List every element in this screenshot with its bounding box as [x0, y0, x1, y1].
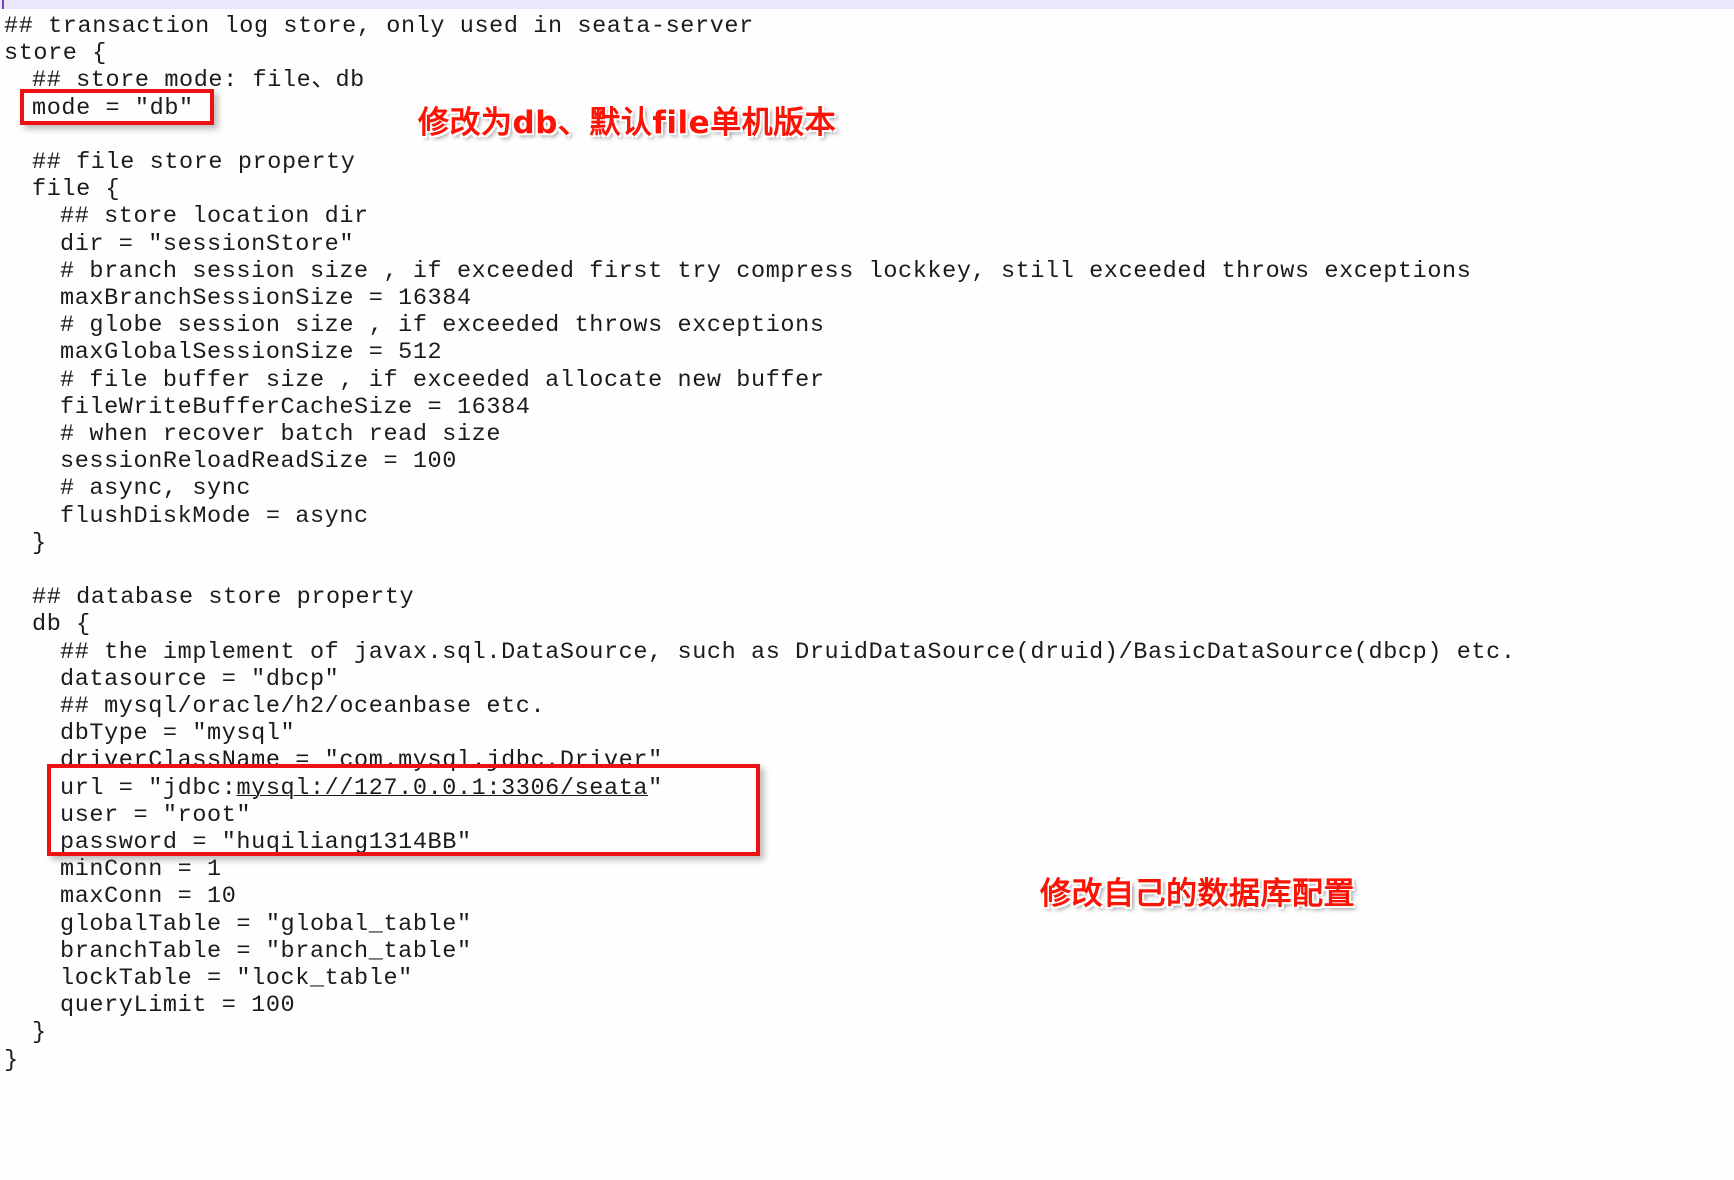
code-line[interactable]: user = "root": [60, 802, 251, 829]
code-line[interactable]: minConn = 1: [60, 856, 222, 883]
code-line[interactable]: # globe session size , if exceeded throw…: [60, 312, 825, 339]
code-line[interactable]: }: [4, 1047, 19, 1074]
code-line[interactable]: maxBranchSessionSize = 16384: [60, 285, 472, 312]
code-line[interactable]: ## store mode: file、db: [32, 67, 365, 94]
code-line[interactable]: password = "huqiliang1314BB": [60, 829, 472, 856]
code-line[interactable]: }: [32, 530, 47, 557]
code-line[interactable]: ## mysql/oracle/h2/oceanbase etc.: [60, 693, 545, 720]
code-line[interactable]: mode = "db": [32, 95, 194, 122]
editor-top-highlight-strip: [0, 0, 1734, 9]
code-line[interactable]: driverClassName = "com.mysql.jdbc.Driver…: [60, 747, 663, 774]
code-line[interactable]: maxGlobalSessionSize = 512: [60, 339, 442, 366]
code-line[interactable]: # async, sync: [60, 475, 251, 502]
annotation-label-mode: 修改为db、默认file单机版本: [418, 105, 837, 141]
code-line[interactable]: ## store location dir: [60, 203, 369, 230]
code-line[interactable]: db {: [32, 611, 91, 638]
code-line[interactable]: ## transaction log store, only used in s…: [4, 13, 754, 40]
code-line[interactable]: ## file store property: [32, 149, 355, 176]
code-line[interactable]: flushDiskMode = async: [60, 503, 369, 530]
annotation-label-db-config: 修改自己的数据库配置: [1040, 876, 1355, 912]
code-line[interactable]: url = "jdbc:mysql://127.0.0.1:3306/seata…: [60, 775, 663, 802]
jdbc-url-link[interactable]: mysql://127.0.0.1:3306/seata: [236, 775, 648, 802]
code-line[interactable]: ## database store property: [32, 584, 414, 611]
code-editor-surface[interactable]: ## transaction log store, only used in s…: [0, 9, 1734, 1180]
code-line[interactable]: branchTable = "branch_table": [60, 938, 472, 965]
code-line[interactable]: store {: [4, 40, 107, 67]
code-line[interactable]: queryLimit = 100: [60, 992, 295, 1019]
code-line[interactable]: sessionReloadReadSize = 100: [60, 448, 457, 475]
code-line[interactable]: # when recover batch read size: [60, 421, 501, 448]
code-line[interactable]: fileWriteBufferCacheSize = 16384: [60, 394, 530, 421]
code-line[interactable]: ## the implement of javax.sql.DataSource…: [60, 639, 1516, 666]
code-line[interactable]: dir = "sessionStore": [60, 231, 354, 258]
code-line[interactable]: }: [32, 1019, 47, 1046]
code-line[interactable]: # branch session size , if exceeded firs…: [60, 258, 1471, 285]
code-line[interactable]: dbType = "mysql": [60, 720, 295, 747]
code-line[interactable]: datasource = "dbcp": [60, 666, 339, 693]
code-line[interactable]: # file buffer size , if exceeded allocat…: [60, 367, 825, 394]
code-line[interactable]: maxConn = 10: [60, 883, 236, 910]
code-line[interactable]: file {: [32, 176, 120, 203]
code-line[interactable]: lockTable = "lock_table": [60, 965, 413, 992]
code-line[interactable]: globalTable = "global_table": [60, 911, 472, 938]
